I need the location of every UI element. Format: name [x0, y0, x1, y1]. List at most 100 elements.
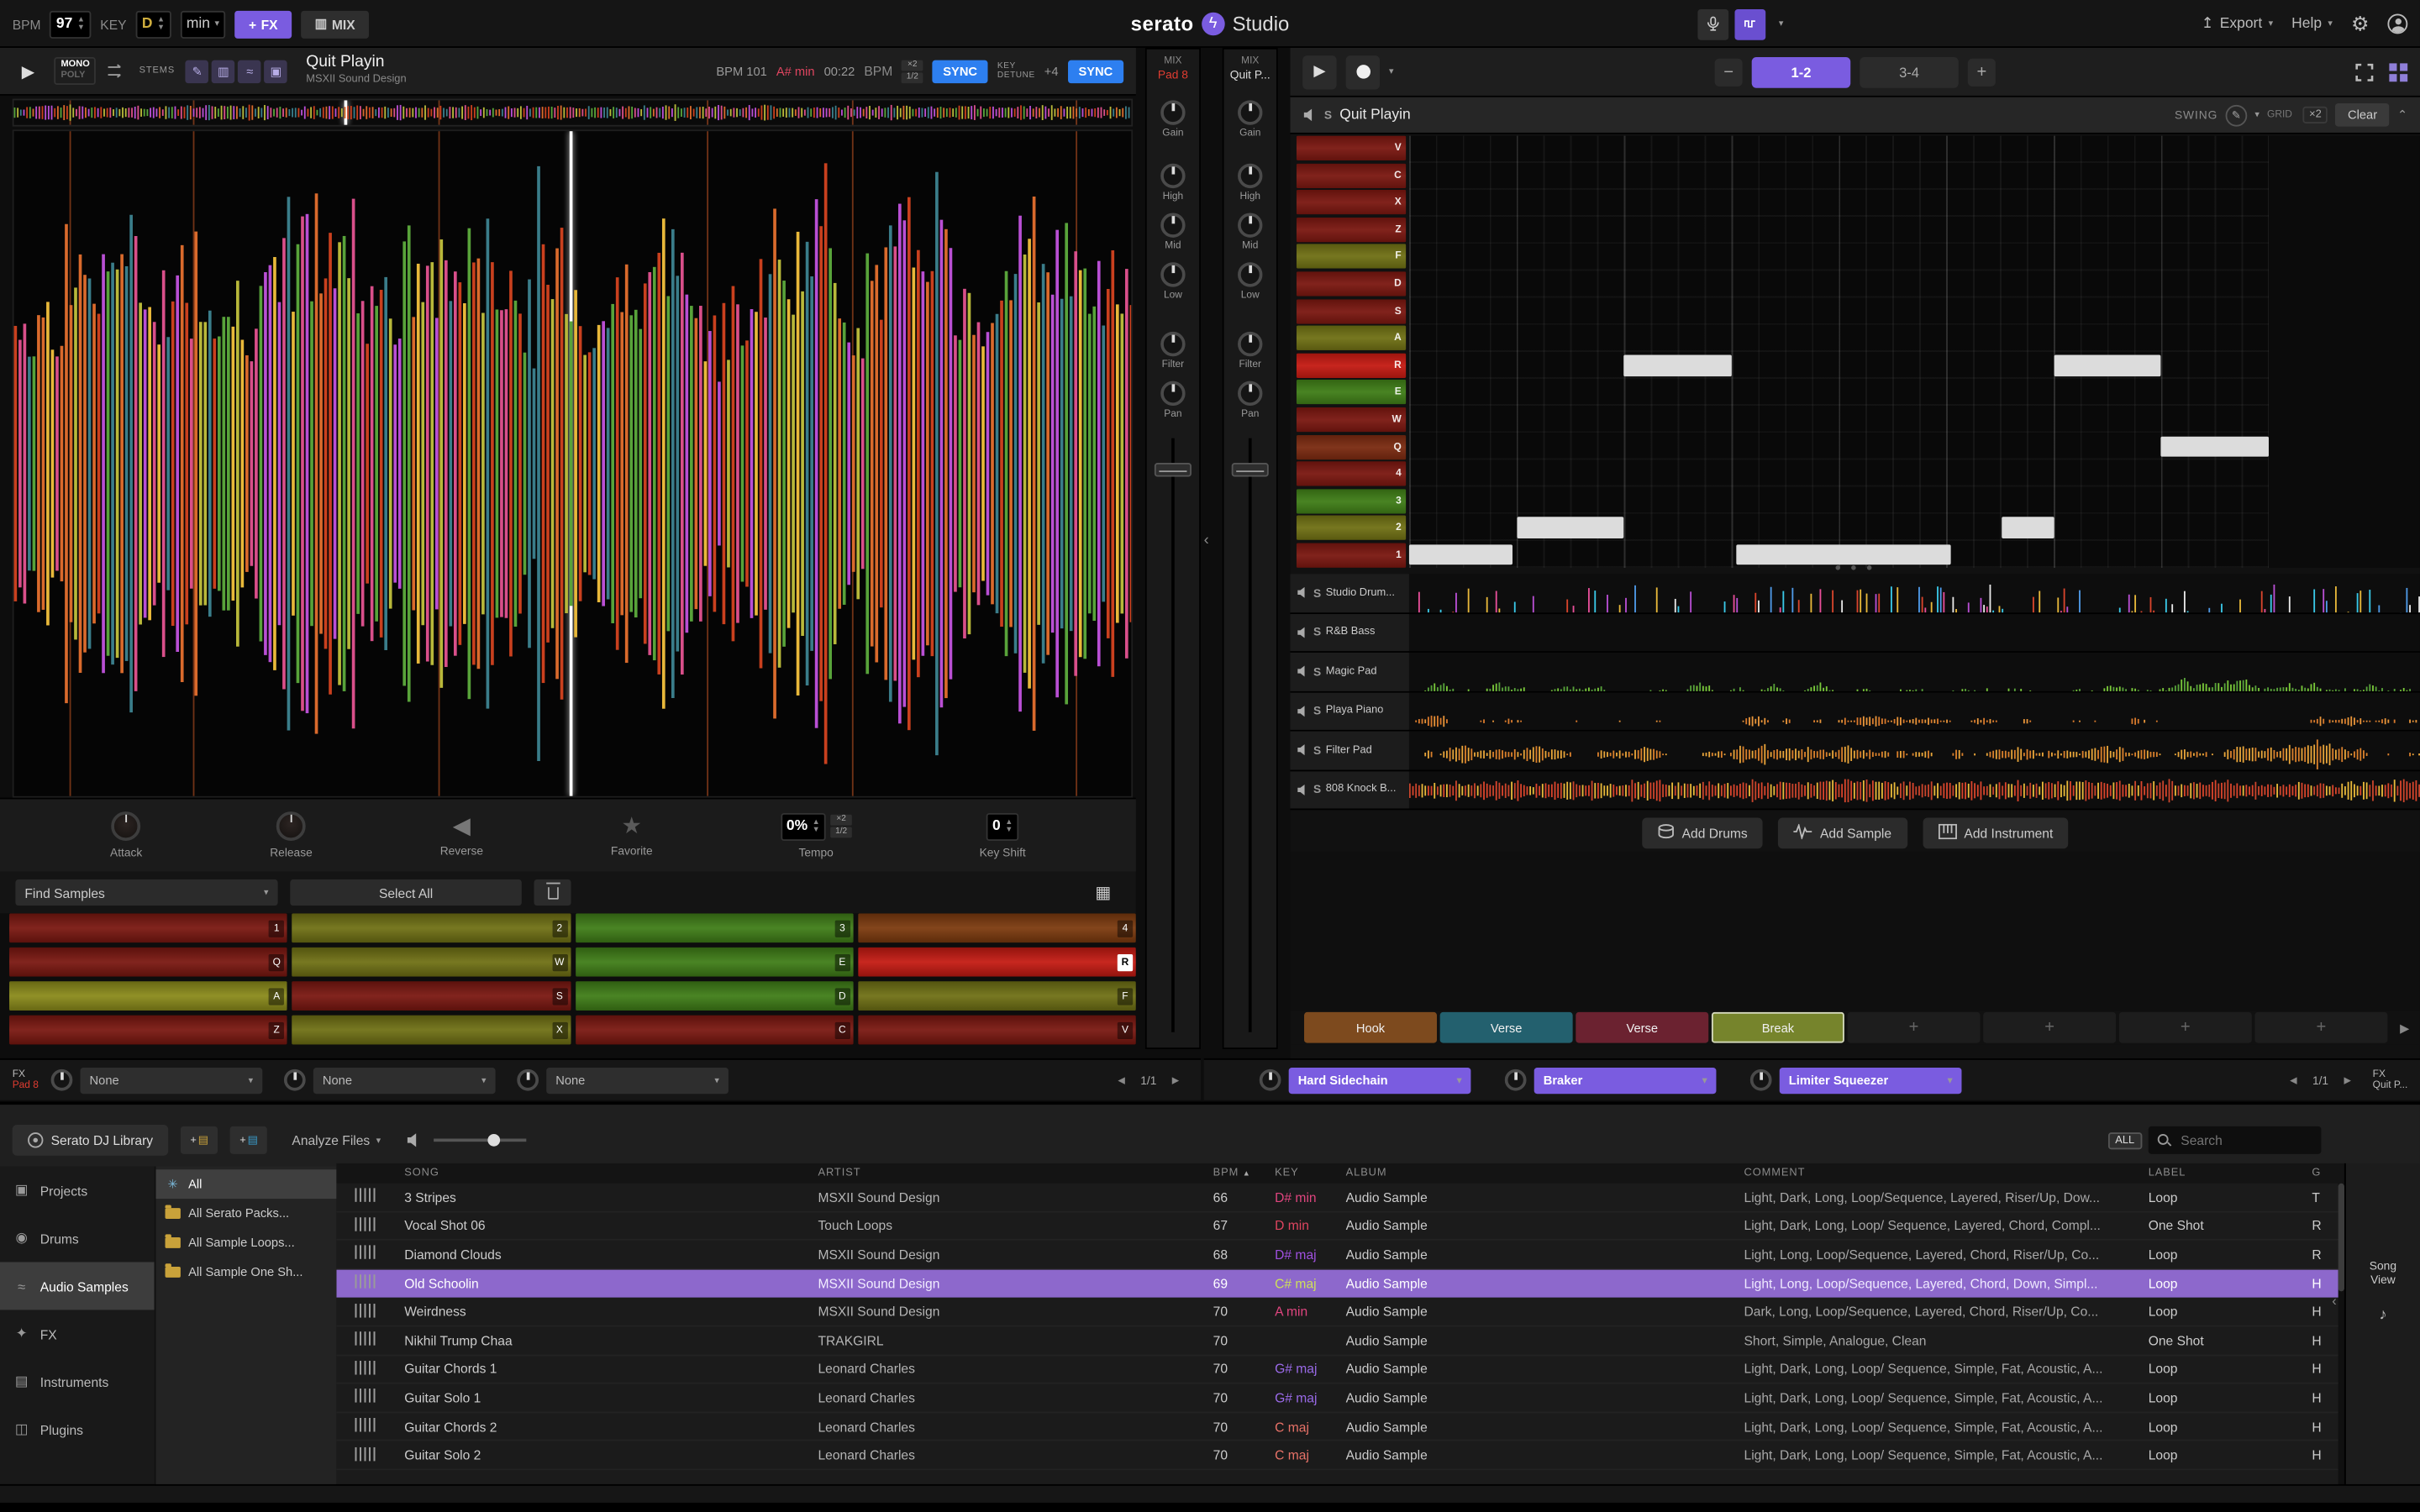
high-knob[interactable]	[1238, 164, 1262, 188]
clear-pattern-button[interactable]: Clear	[2335, 103, 2390, 127]
bpm-sync-button[interactable]: SYNC	[932, 60, 988, 83]
arrange-track[interactable]: SStudio Drum...	[1291, 574, 2420, 613]
release-knob[interactable]	[276, 811, 306, 841]
note-block[interactable]	[1409, 543, 1512, 564]
panel-resize-handle[interactable]: ● ● ●	[1291, 563, 2420, 572]
fx-knob[interactable]	[517, 1069, 539, 1091]
search-input[interactable]	[2178, 1131, 2312, 1149]
fx-knob[interactable]	[1750, 1069, 1772, 1091]
seq-row-W[interactable]: W	[1297, 407, 1406, 433]
add-instrument-button[interactable]: Add Instrument	[1923, 817, 2069, 848]
channel-fader[interactable]	[1147, 438, 1199, 1032]
bpm-double-button[interactable]: ×2	[902, 60, 923, 71]
mute-icon[interactable]	[1297, 744, 1309, 757]
seq-row-2[interactable]: 2	[1297, 516, 1406, 541]
preview-play-button[interactable]: ▶	[13, 60, 45, 83]
sample-pad-2[interactable]: 2	[292, 913, 571, 942]
swing-edit-icon[interactable]: ✎	[2225, 104, 2247, 126]
library-row[interactable]	[336, 1470, 2344, 1484]
channel-fader[interactable]	[1224, 438, 1276, 1032]
key-stepper-icons[interactable]: ▲▼	[157, 17, 165, 31]
arrange-track[interactable]: SPlaya Piano	[1291, 692, 2420, 732]
track-waveform[interactable]	[1409, 653, 2420, 690]
arrange-track[interactable]: SFilter Pad	[1291, 732, 2420, 771]
new-smart-crate-button[interactable]: +▤	[230, 1126, 267, 1154]
analyze-files-dropdown[interactable]: Analyze Files ▾	[292, 1132, 381, 1147]
step-sequencer-grid[interactable]	[1409, 136, 2269, 568]
sample-pad-1[interactable]: 1	[9, 913, 287, 942]
play-button[interactable]: ▶	[1302, 55, 1336, 88]
gain-knob[interactable]	[1160, 100, 1185, 124]
track-waveform[interactable]	[1409, 574, 2420, 612]
track-waveform[interactable]	[1409, 613, 2420, 651]
scene-break[interactable]: Break	[1712, 1012, 1844, 1043]
preview-volume-slider[interactable]	[434, 1139, 526, 1142]
sidebar-item-plugins[interactable]: ◫Plugins	[0, 1405, 155, 1453]
crate-item[interactable]: All Sample Loops...	[156, 1228, 337, 1257]
mode-dropdown-button[interactable]: ▾	[1772, 8, 1791, 39]
library-row[interactable]: Guitar Chords 1Leonard Charles70G# majAu…	[336, 1356, 2344, 1384]
grid-zoom-value[interactable]: ×2	[2303, 107, 2328, 123]
add-page-button[interactable]: +	[1968, 58, 1996, 86]
sample-pad-C[interactable]: C	[575, 1016, 853, 1045]
library-row[interactable]: Diamond CloudsMSXII Sound Design68D# maj…	[336, 1241, 2344, 1269]
select-all-button[interactable]: Select All	[290, 879, 522, 906]
sample-pad-A[interactable]: A	[9, 981, 287, 1011]
seq-row-E[interactable]: E	[1297, 380, 1406, 405]
sidebar-item-fx[interactable]: ✦FX	[0, 1310, 155, 1357]
note-block[interactable]	[2054, 354, 2161, 375]
attack-knob[interactable]	[112, 811, 141, 841]
low-knob[interactable]	[1238, 262, 1262, 286]
column-header-album[interactable]: ALBUM	[1346, 1168, 1744, 1179]
add-scene-button[interactable]: +	[1983, 1012, 2116, 1043]
tempo-stepper-icons[interactable]: ▲▼	[813, 819, 820, 833]
fx-select[interactable]: Hard Sidechain▾	[1289, 1067, 1471, 1093]
master-key-stepper[interactable]: D ▲▼	[136, 10, 171, 38]
fader-handle[interactable]	[1155, 463, 1192, 477]
filter-knob[interactable]	[1160, 332, 1185, 356]
find-samples-dropdown[interactable]: Find Samples▾	[15, 879, 277, 906]
tempo-stepper[interactable]: 0% ▲▼	[781, 812, 827, 840]
column-header-g[interactable]: G	[2312, 1168, 2344, 1179]
tempo-double-button[interactable]: ×2	[831, 815, 852, 826]
track-waveform[interactable]	[1409, 732, 2420, 769]
master-bpm-stepper[interactable]: 97 ▲▼	[50, 10, 92, 38]
column-header-song[interactable]: SONG	[404, 1168, 818, 1179]
arrange-track[interactable]: S808 Knock B...	[1291, 770, 2420, 810]
mic-record-button[interactable]	[1697, 8, 1728, 39]
crate-item[interactable]: All Sample One Sh...	[156, 1257, 337, 1287]
sample-pad-S[interactable]: S	[292, 981, 571, 1011]
pad-mode-icon[interactable]	[2389, 62, 2407, 81]
fx-next-button[interactable]: ▶	[1163, 1073, 1189, 1087]
stem-drums-button[interactable]: ▣	[265, 60, 288, 83]
sample-pad-E[interactable]: E	[575, 948, 853, 977]
fx-knob[interactable]	[51, 1069, 73, 1091]
solo-icon[interactable]: S	[1313, 743, 1321, 758]
pan-knob[interactable]	[1160, 381, 1185, 406]
filter-knob[interactable]	[1238, 332, 1262, 356]
favorite-star-button[interactable]: ★	[612, 813, 651, 839]
add-scene-button[interactable]: +	[2254, 1012, 2387, 1043]
reverse-button[interactable]: ◀	[444, 813, 480, 839]
sample-pad-Z[interactable]: Z	[9, 1016, 287, 1045]
solo-icon[interactable]: S	[1324, 108, 1332, 123]
mute-icon[interactable]	[1297, 626, 1309, 638]
add-scene-button[interactable]: +	[1848, 1012, 1981, 1043]
key-mode-select[interactable]: min ▾	[181, 10, 226, 38]
sample-pad-V[interactable]: V	[858, 1016, 1136, 1045]
mid-knob[interactable]	[1238, 213, 1262, 237]
page-1-2-tab[interactable]: 1-2	[1752, 56, 1851, 87]
mid-knob[interactable]	[1160, 213, 1185, 237]
remove-page-button[interactable]: −	[1715, 58, 1743, 86]
search-scope-all-button[interactable]: ALL	[2107, 1131, 2142, 1148]
arrange-track[interactable]: SMagic Pad	[1291, 653, 2420, 692]
note-block[interactable]	[1624, 354, 1732, 375]
add-scene-button[interactable]: +	[2119, 1012, 2252, 1043]
serato-dj-library-button[interactable]: Serato DJ Library	[13, 1125, 169, 1156]
sample-pad-X[interactable]: X	[292, 1016, 571, 1045]
key-sync-button[interactable]: SYNC	[1068, 60, 1124, 83]
collapse-up-icon[interactable]: ⌃	[2397, 108, 2407, 123]
fx-prev-button[interactable]: ◀	[2281, 1073, 2307, 1087]
table-scrollbar[interactable]	[2338, 1184, 2344, 1484]
collapse-songview-icon[interactable]: ‹	[2332, 1293, 2337, 1308]
